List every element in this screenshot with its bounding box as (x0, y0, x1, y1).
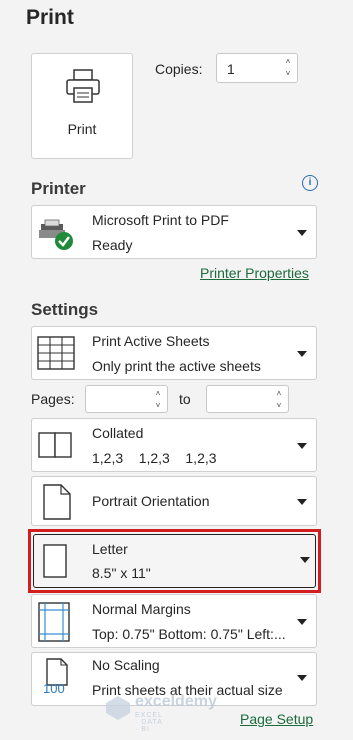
print-what-subtitle: Only print the active sheets (92, 358, 261, 374)
chevron-down-icon[interactable] (297, 619, 307, 625)
pages-from-input[interactable]: ˄ ˅ (85, 385, 168, 413)
scaling-title: No Scaling (92, 657, 160, 673)
orientation-title: Portrait Orientation (92, 493, 210, 509)
paper-size-dropdown[interactable]: Letter 8.5" x 11" (33, 534, 316, 588)
collation-dropdown[interactable]: Collated 1,2,3 1,2,3 1,2,3 (31, 418, 317, 472)
print-button[interactable]: Print (31, 53, 133, 159)
copies-stepper[interactable]: 1 ˄ ˅ (216, 53, 298, 83)
sheets-grid-icon (37, 336, 75, 375)
copies-value: 1 (227, 61, 235, 77)
collation-title: Collated (92, 425, 144, 441)
printer-icon (65, 68, 101, 109)
portrait-page-icon (37, 483, 75, 526)
stepper-arrows-icon[interactable]: ˄ ˅ (274, 388, 284, 412)
paper-size-subtitle: 8.5" x 11" (92, 565, 151, 581)
chevron-down-icon[interactable] (297, 443, 307, 449)
stepper-arrows-icon[interactable]: ˄ ˅ (283, 56, 293, 80)
exceldemy-logo-icon (106, 696, 130, 720)
page-setup-link[interactable]: Page Setup (240, 711, 313, 727)
margins-icon (37, 601, 71, 648)
printer-ready-icon (37, 216, 77, 257)
watermark-name: exceldemy (135, 693, 217, 710)
paper-size-title: Letter (92, 541, 128, 557)
printer-section-label: Printer (31, 179, 86, 198)
printer-name: Microsoft Print to PDF (92, 212, 229, 228)
margins-dropdown[interactable]: Normal Margins Top: 0.75" Bottom: 0.75" … (31, 594, 317, 648)
pages-to-label: to (179, 391, 191, 407)
page-title: Print (26, 6, 74, 29)
printer-status: Ready (92, 237, 133, 253)
chevron-down-icon[interactable] (297, 499, 307, 505)
info-icon[interactable]: i (302, 175, 318, 191)
margins-title: Normal Margins (92, 601, 191, 617)
print-what-title: Print Active Sheets (92, 333, 210, 349)
orientation-dropdown[interactable]: Portrait Orientation (31, 476, 317, 526)
scaling-icon-text: 100 (43, 681, 65, 696)
chevron-down-icon[interactable] (300, 557, 310, 563)
collation-subtitle: 1,2,3 1,2,3 1,2,3 (92, 450, 217, 466)
watermark-tagline: EXCEL · DATA · BI (135, 712, 163, 733)
letter-page-icon (40, 543, 70, 584)
print-button-label: Print (67, 121, 97, 137)
pages-to-input[interactable]: ˄ ˅ (206, 385, 289, 413)
collated-pages-icon (37, 431, 75, 464)
stepper-arrows-icon[interactable]: ˄ ˅ (153, 388, 163, 412)
copies-label: Copies: (155, 61, 203, 77)
printer-dropdown[interactable]: Microsoft Print to PDF Ready (31, 205, 317, 259)
chevron-down-icon[interactable] (297, 230, 307, 236)
pages-label: Pages: (31, 391, 75, 407)
print-what-dropdown[interactable]: Print Active Sheets Only print the activ… (31, 326, 317, 380)
chevron-down-icon[interactable] (297, 675, 307, 681)
margins-subtitle: Top: 0.75" Bottom: 0.75" Left:... (92, 626, 286, 642)
printer-properties-link[interactable]: Printer Properties (200, 265, 309, 281)
settings-section-label: Settings (31, 300, 99, 319)
chevron-down-icon[interactable] (297, 351, 307, 357)
